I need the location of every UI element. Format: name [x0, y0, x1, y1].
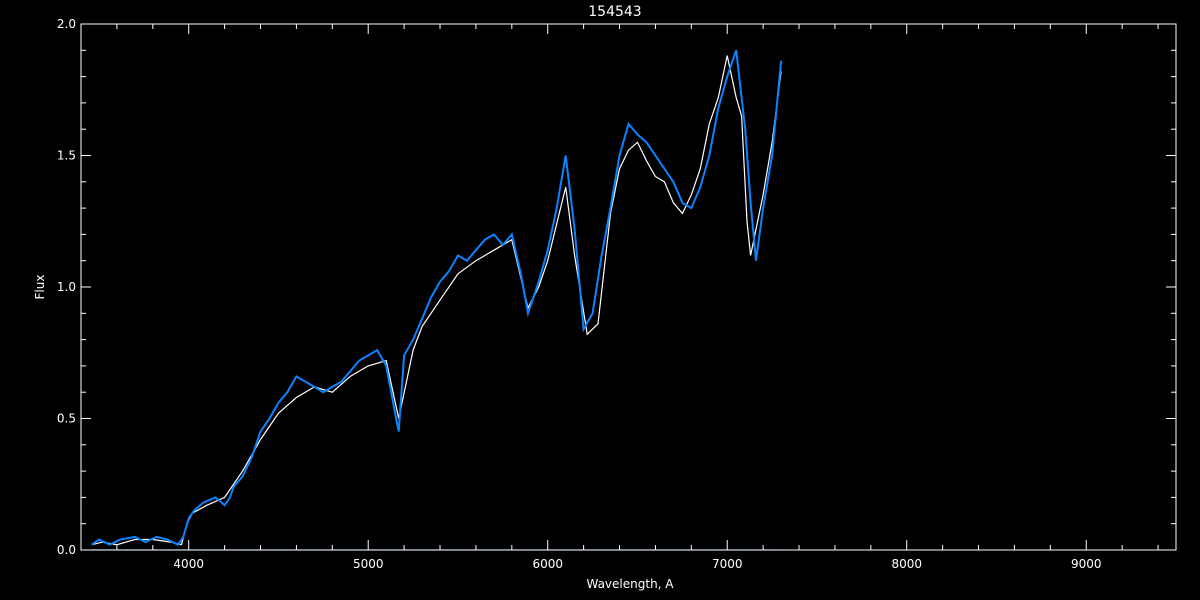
x-tick-label: 8000 [891, 557, 922, 571]
y-tick-label: 2.0 [57, 17, 76, 31]
y-tick-label: 1.5 [57, 149, 76, 163]
y-axis-title: Flux [33, 275, 47, 300]
y-tick-label: 0.0 [57, 543, 76, 557]
y-tick-label: 0.5 [57, 412, 76, 426]
x-tick-label: 4000 [173, 557, 204, 571]
spectrum-chart: 154543 4000 5000 6000 7000 8000 9000 0.0 0.5 1.0… [0, 0, 1200, 600]
x-tick-label: 7000 [712, 557, 743, 571]
x-tick-label: 5000 [353, 557, 384, 571]
x-axis-title: Wavelength, A [586, 577, 674, 591]
chart-background [0, 0, 1200, 600]
y-tick-label: 1.0 [57, 280, 76, 294]
chart-title: 154543 [588, 4, 641, 20]
x-tick-label: 9000 [1071, 557, 1102, 571]
x-tick-label: 6000 [532, 557, 563, 571]
